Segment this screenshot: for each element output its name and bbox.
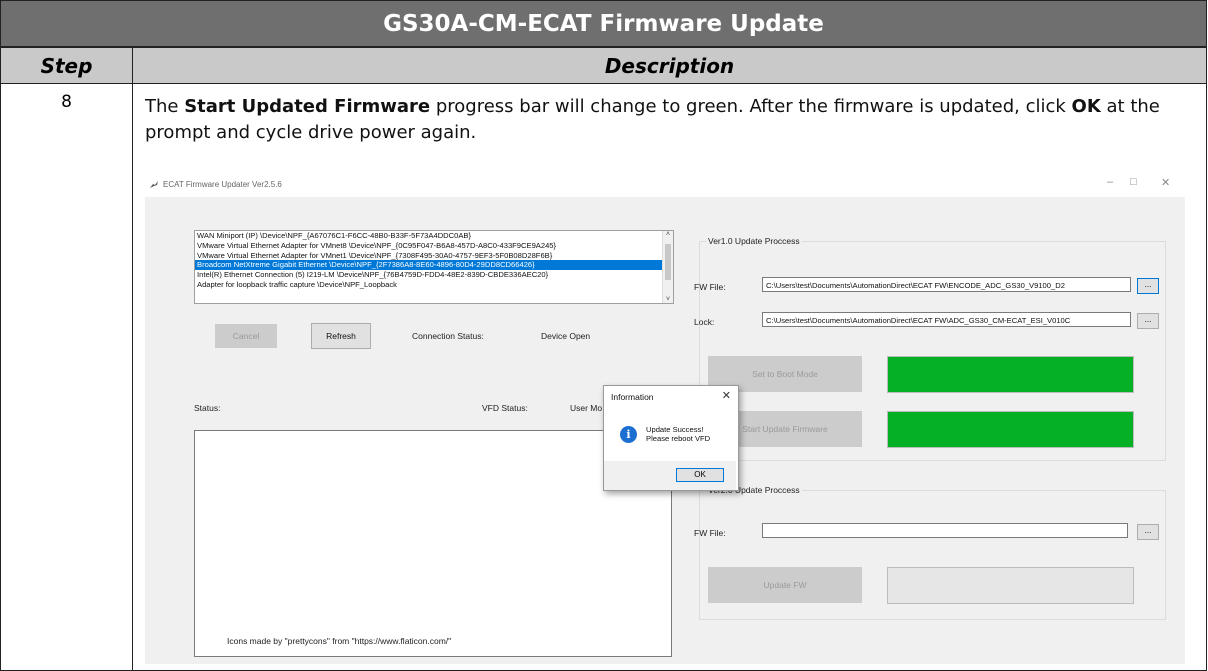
ok-button[interactable]: OK: [676, 468, 724, 482]
dialog-close-icon[interactable]: ✕: [722, 389, 731, 402]
v1-lock-field[interactable]: C:\Users\test\Documents\AutomationDirect…: [762, 312, 1131, 327]
app-logo-icon: [150, 181, 158, 188]
vfd-status-label: VFD Status:: [482, 403, 528, 413]
step-number-cell: 8: [0, 83, 133, 671]
document-title: GS30A-CM-ECAT Firmware Update: [0, 0, 1207, 47]
update-fw-button[interactable]: Update FW: [708, 567, 862, 603]
v2-fw-file-label: FW File:: [694, 528, 726, 538]
app-screenshot: ECAT Firmware Updater Ver2.5.6 – □ ✕ WAN…: [145, 164, 1193, 664]
list-item[interactable]: VMware Virtual Ethernet Adapter for VMne…: [195, 251, 673, 261]
dialog-message: Update Success! Please reboot VFD: [646, 425, 710, 443]
connection-status-value: Device Open: [541, 331, 591, 341]
list-item-selected[interactable]: Broadcom NetXtreme Gigabit Ethernet \Dev…: [195, 260, 673, 271]
info-icon: i: [620, 426, 637, 443]
refresh-button[interactable]: Refresh: [311, 323, 371, 349]
desc-text-1: The: [145, 96, 185, 117]
scroll-up-icon[interactable]: ˄: [663, 231, 673, 238]
dialog-title: Information: [611, 392, 654, 402]
window-title: ECAT Firmware Updater Ver2.5.6: [163, 180, 282, 189]
icon-credits: Icons made by "prettycons" from "https:/…: [227, 636, 452, 646]
v2-fw-browse-button[interactable]: ...: [1137, 524, 1159, 540]
boot-mode-progress-bar: [887, 356, 1134, 393]
list-item[interactable]: VMware Virtual Ethernet Adapter for VMne…: [195, 241, 673, 251]
v1-group-title: Ver1.0 Update Proccess: [706, 236, 802, 246]
v1-lock-label: Lock:: [694, 317, 715, 327]
close-icon[interactable]: ✕: [1161, 176, 1170, 189]
adapter-listbox[interactable]: WAN Miniport (IP) \Device\NPF_{A67076C1-…: [194, 230, 674, 304]
status-label: Status:: [194, 403, 221, 413]
column-header-description: Description: [132, 47, 1207, 84]
minimize-icon[interactable]: –: [1107, 176, 1113, 188]
v1-fw-file-field[interactable]: C:\Users\test\Documents\AutomationDirect…: [762, 277, 1131, 292]
dialog-footer: OK: [604, 461, 736, 490]
user-mode-label: User Mo: [570, 403, 603, 413]
start-update-progress-bar: [887, 411, 1134, 448]
desc-text-2: progress bar will change to green. After…: [430, 96, 1072, 117]
dialog-message-line-1: Update Success!: [646, 425, 704, 434]
v2-fw-file-field[interactable]: [762, 523, 1128, 538]
desc-bold-1: Start Updated Firmware: [184, 96, 431, 117]
step-number: 8: [61, 92, 72, 112]
scroll-thumb[interactable]: [665, 244, 671, 280]
list-item[interactable]: Adapter for loopback traffic capture \De…: [195, 280, 673, 290]
v2-update-group: Ver2.0 Update Proccess FW File: ... Upda…: [694, 485, 1166, 620]
step-description: The Start Updated Firmware progress bar …: [145, 94, 1197, 146]
app-client-area: WAN Miniport (IP) \Device\NPF_{A67076C1-…: [145, 197, 1185, 664]
cancel-button[interactable]: Cancel: [215, 324, 277, 348]
update-fw-progress-bar: [887, 567, 1134, 604]
column-header-step: Step: [0, 47, 133, 84]
document-table: GS30A-CM-ECAT Firmware Update Step Descr…: [0, 0, 1208, 671]
dialog-message-line-2: Please reboot VFD: [646, 434, 711, 443]
status-log-textbox[interactable]: [194, 430, 672, 657]
information-dialog: Information ✕ i Update Success! Please r…: [603, 385, 739, 491]
v1-fw-file-label: FW File:: [694, 282, 726, 292]
connection-status-label: Connection Status:: [412, 331, 484, 341]
v1-fw-browse-button[interactable]: ...: [1137, 278, 1159, 294]
v1-update-group: Ver1.0 Update Proccess FW File: C:\Users…: [694, 236, 1166, 461]
window-titlebar: ECAT Firmware Updater Ver2.5.6: [149, 180, 282, 189]
list-item[interactable]: WAN Miniport (IP) \Device\NPF_{A67076C1-…: [195, 231, 673, 241]
scroll-down-icon[interactable]: ˅: [663, 296, 673, 303]
list-scrollbar[interactable]: ˄ ˅: [662, 231, 673, 303]
maximize-icon[interactable]: □: [1130, 176, 1137, 188]
desc-bold-2: OK: [1071, 96, 1101, 117]
list-item[interactable]: Intel(R) Ethernet Connection (5) I219-LM…: [195, 270, 673, 280]
v1-lock-browse-button[interactable]: ...: [1137, 313, 1159, 329]
